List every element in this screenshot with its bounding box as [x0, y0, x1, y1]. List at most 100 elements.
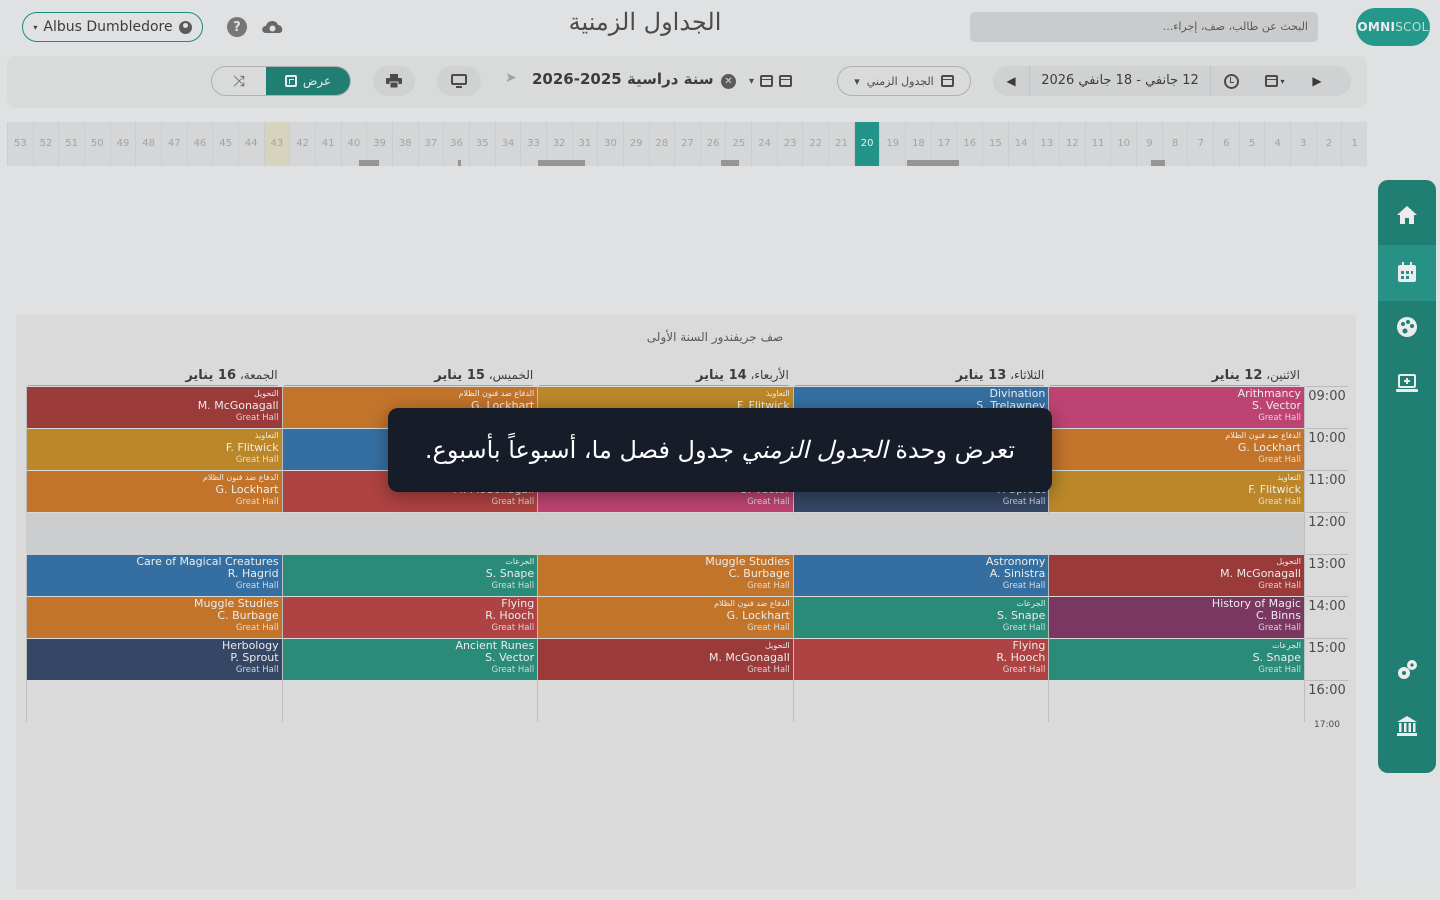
lesson-room: Great Hall: [491, 665, 535, 675]
week-cell[interactable]: 35: [468, 122, 495, 166]
caret-down-icon: ▾: [749, 75, 755, 87]
week-cell[interactable]: 14: [1007, 122, 1034, 166]
week-cell[interactable]: 16: [956, 122, 982, 166]
week-cell[interactable]: 48: [135, 122, 161, 166]
lesson-card[interactable]: الدفاع ضد فنون الظلامG. LockhartGreat Ha…: [1049, 429, 1304, 470]
lesson-card[interactable]: Muggle Studies C. Burbage Great Hall: [538, 555, 793, 596]
week-cell[interactable]: 46: [186, 122, 213, 166]
view-button[interactable]: عرض: [266, 67, 350, 95]
lesson-teacher: S. Snape: [1252, 651, 1301, 664]
app-logo[interactable]: OMNI SCOL: [1356, 8, 1430, 46]
day-header: الجمعة، 16 يناير: [28, 368, 278, 386]
week-cell[interactable]: 1: [1341, 122, 1367, 166]
week-cell[interactable]: 20: [853, 122, 880, 166]
week-cell[interactable]: 10: [1110, 122, 1136, 166]
lesson-card[interactable]: الدفاع ضد فنون الظلامG. LockhartGreat Ha…: [27, 471, 282, 512]
week-cell[interactable]: 11: [1084, 122, 1111, 166]
lesson-teacher: C. Burbage: [217, 609, 279, 622]
time-label: 10:00: [1306, 428, 1348, 446]
user-circle-icon: [178, 20, 192, 34]
sidebar-item-settings[interactable]: [1378, 642, 1436, 698]
week-cell[interactable]: 36: [443, 122, 469, 166]
week-cell[interactable]: 38: [391, 122, 418, 166]
lesson-card[interactable]: Astronomy A. Sinistra Great Hall: [793, 555, 1049, 596]
lesson-teacher: P. Sprout: [230, 651, 279, 664]
lesson-card[interactable]: Care of Magical Creatures R. Hagrid Great …: [27, 555, 282, 596]
year-switch-icon[interactable]: ➤: [505, 70, 517, 86]
week-cell[interactable]: 30: [597, 122, 623, 166]
lesson-card[interactable]: التعاويذF. FlitwickGreat Hall: [1049, 471, 1304, 512]
week-cell[interactable]: 12: [1059, 122, 1085, 166]
week-cell[interactable]: 15: [982, 122, 1008, 166]
week-cell[interactable]: 47: [160, 122, 187, 166]
calendar-button[interactable]: ▾: [1251, 75, 1299, 87]
lesson-card[interactable]: Flying R. Hooch Great Hall: [282, 597, 538, 638]
sidebar-item-institution[interactable]: [1378, 698, 1436, 754]
week-cell[interactable]: 29: [622, 122, 649, 166]
lesson-card[interactable]: Muggle Studies C. Burbage Great Hall: [27, 597, 282, 638]
week-cell[interactable]: 50: [83, 122, 110, 166]
time-label: 12:00: [1306, 512, 1348, 530]
week-cell[interactable]: 42: [289, 122, 315, 166]
print-button[interactable]: [373, 66, 415, 96]
week-cell[interactable]: 28: [648, 122, 675, 166]
lesson-card[interactable]: Arithmancy S. Vector Great Hall: [1049, 387, 1304, 428]
lesson-room: Great Hall: [1258, 455, 1301, 465]
prev-week-button[interactable]: ◀: [993, 74, 1029, 88]
week-cell[interactable]: 43: [263, 122, 290, 166]
week-cell[interactable]: 6: [1213, 122, 1239, 166]
week-cell[interactable]: 4: [1264, 122, 1290, 166]
sidebar-item-home[interactable]: [1378, 187, 1436, 243]
lesson-card[interactable]: التعاويذF. FlitwickGreat Hall: [27, 429, 282, 470]
week-cell[interactable]: 51: [58, 122, 84, 166]
date-range-label[interactable]: 12 جانفي - 18 جانفي 2026: [1029, 66, 1211, 96]
week-cell[interactable]: 23: [776, 122, 803, 166]
cloud-sync-icon[interactable]: [260, 16, 285, 36]
lesson-card[interactable]: الجرعات S. Snape Great Hall: [1049, 639, 1304, 680]
lesson-card[interactable]: الدفاع ضد فنون الظلامG. LockhartGreat Ha…: [538, 597, 793, 638]
date-picker-button[interactable]: ▾: [749, 68, 809, 94]
lesson-card[interactable]: الجرعات S. Snape Great Hall: [793, 597, 1049, 638]
week-cell[interactable]: 2: [1315, 122, 1342, 166]
week-cell[interactable]: 27: [674, 122, 700, 166]
today-button[interactable]: [1211, 73, 1251, 89]
week-cell[interactable]: 21: [828, 122, 854, 166]
lesson-card[interactable]: Flying R. Hooch Great Hall: [793, 639, 1049, 680]
week-cell[interactable]: 45: [212, 122, 238, 166]
sidebar-item-timetables[interactable]: [1378, 245, 1436, 301]
week-cell[interactable]: 53: [7, 122, 33, 166]
lesson-card[interactable]: التحويلM. McGonagallGreat Hall: [1049, 555, 1304, 596]
week-cell[interactable]: 34: [494, 122, 521, 166]
week-cell[interactable]: 3: [1290, 122, 1316, 166]
clear-filter-icon[interactable]: ✕: [721, 74, 736, 89]
lesson-card[interactable]: التحويلM. McGonagallGreat Hall: [27, 387, 282, 428]
week-cell[interactable]: 37: [417, 122, 444, 166]
sidebar-item-activities[interactable]: [1378, 299, 1436, 355]
week-cell[interactable]: 5: [1238, 122, 1265, 166]
next-week-button[interactable]: ▶: [1299, 74, 1335, 88]
week-cell[interactable]: 44: [237, 122, 264, 166]
week-cell[interactable]: 22: [802, 122, 828, 166]
lesson-card[interactable]: History of Magic C. Binns Great Hall: [1049, 597, 1304, 638]
week-cell[interactable]: 7: [1187, 122, 1213, 166]
lesson-card[interactable]: Ancient RunesS. VectorGreat Hall: [282, 639, 538, 680]
week-cell[interactable]: 49: [109, 122, 136, 166]
week-cell[interactable]: 8: [1161, 122, 1188, 166]
calendar-icon: [760, 75, 774, 87]
help-icon[interactable]: ?: [227, 17, 247, 37]
lesson-card[interactable]: HerbologyP. SproutGreat Hall: [27, 639, 282, 680]
week-cell[interactable]: 24: [751, 122, 777, 166]
lesson-card[interactable]: الجرعات S. Snape Great Hall: [282, 555, 538, 596]
sidebar-item-courses[interactable]: [1378, 355, 1436, 411]
timetable-select[interactable]: الجدول الزمني ▾: [837, 66, 971, 96]
week-cell[interactable]: 52: [32, 122, 59, 166]
shuffle-button[interactable]: ⤨: [212, 67, 266, 95]
day-header: الثلاثاء، 13 يناير: [794, 368, 1045, 386]
week-cell[interactable]: 41: [314, 122, 341, 166]
user-menu-button[interactable]: ▾ Albus Dumbledore: [22, 12, 203, 42]
search-input[interactable]: البحث عن طالب، صف، إجراء...: [970, 12, 1318, 42]
display-button[interactable]: [437, 66, 481, 96]
week-cell[interactable]: 13: [1033, 122, 1059, 166]
week-cell[interactable]: 19: [879, 122, 905, 166]
lesson-card[interactable]: التحويلM. McGonagallGreat Hall: [538, 639, 793, 680]
